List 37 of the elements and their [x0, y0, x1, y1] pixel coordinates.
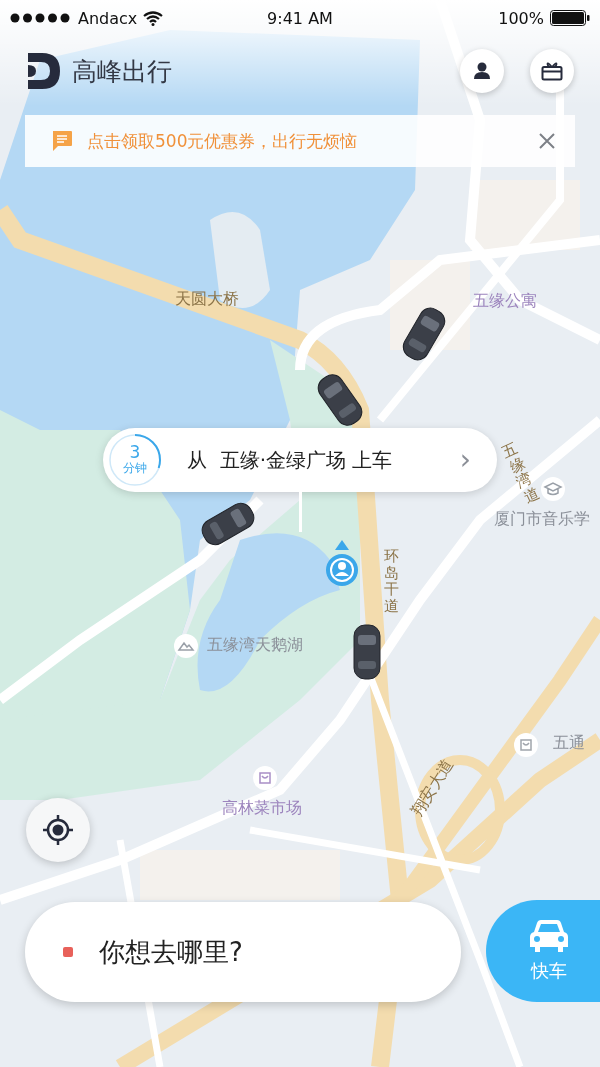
status-time: 9:41 AM	[267, 8, 333, 28]
map-label: 翔安大道	[408, 755, 457, 820]
close-button[interactable]	[537, 131, 557, 151]
map-label: 天圆大桥	[175, 290, 239, 308]
app-name: 高峰出行	[72, 55, 172, 88]
message-icon	[51, 130, 73, 152]
promo-message: 点击领取500元优惠券，出行无烦恼	[87, 129, 359, 153]
map-label: 五缘湾天鹅湖	[207, 636, 303, 654]
map-label: 五缘公寓	[473, 292, 537, 310]
eta-minutes: 3	[129, 443, 141, 461]
map-label: 五通	[553, 734, 585, 752]
chevron-icon: ›	[459, 446, 471, 474]
mountain-icon	[174, 634, 198, 658]
shopping-bag-icon	[514, 733, 538, 757]
map-label: 环岛干道	[384, 548, 399, 614]
eta-unit: 分钟	[123, 460, 147, 477]
car-icon	[352, 623, 382, 681]
ride-type-button[interactable]: 快车	[486, 900, 600, 1002]
promo-banner[interactable]: 点击领取500元优惠券，出行无烦恼	[25, 115, 575, 167]
battery-percentage: 100%	[498, 8, 544, 28]
carrier-name: Andacx	[78, 8, 138, 28]
pickup-callout[interactable]: 3 分钟 从 五缘·金绿广场 上车 ›	[103, 428, 497, 492]
map-label: 高林菜市场	[222, 799, 302, 817]
locate-icon	[42, 814, 74, 846]
gift-icon	[541, 61, 563, 81]
person-icon	[473, 62, 491, 80]
map-label: 五缘湾道	[500, 439, 542, 506]
logo-icon	[26, 53, 60, 89]
map-label: 厦门市音乐学	[494, 510, 590, 528]
car-icon	[529, 919, 569, 953]
pickup-location: 从 五缘·金绿广场 上车	[187, 446, 394, 474]
signal-icon	[10, 13, 72, 23]
graduation-cap-icon	[541, 477, 565, 501]
battery-icon	[550, 10, 590, 26]
shopping-bag-icon	[253, 766, 277, 790]
destination-field[interactable]: 你想去哪里?	[25, 902, 461, 1002]
wifi-icon	[143, 10, 164, 26]
